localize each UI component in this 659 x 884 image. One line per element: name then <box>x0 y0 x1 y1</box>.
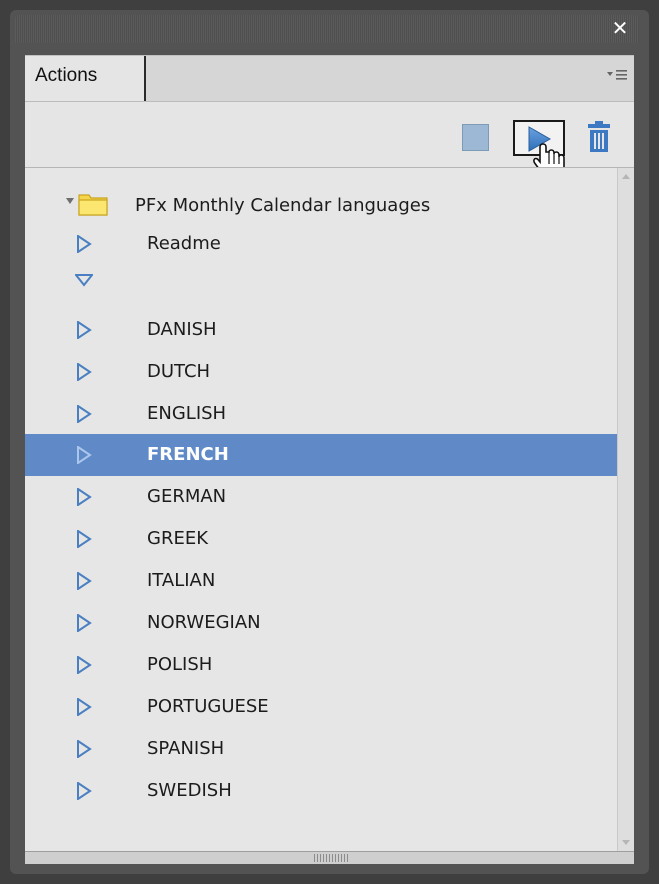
action-label: ITALIAN <box>147 570 216 591</box>
action-item-swedish[interactable]: SWEDISH <box>25 770 617 812</box>
action-item-german[interactable]: GERMAN <box>25 476 617 518</box>
action-item-polish[interactable]: POLISH <box>25 644 617 686</box>
collapsed-arrow-icon[interactable] <box>76 740 92 758</box>
vertical-scrollbar[interactable] <box>617 168 634 851</box>
collapsed-arrow-icon[interactable] <box>76 488 92 506</box>
expanded-arrow-icon[interactable] <box>75 273 93 287</box>
folder-label: PFx Monthly Calendar languages <box>135 195 431 216</box>
action-label: DANISH <box>147 319 217 340</box>
action-item-english[interactable]: ENGLISH <box>25 393 617 435</box>
action-label: PORTUGUESE <box>147 696 269 717</box>
tab-actions[interactable]: Actions <box>25 56 146 102</box>
collapsed-arrow-icon[interactable] <box>76 530 92 548</box>
collapsed-arrow-icon[interactable] <box>76 363 92 381</box>
close-icon: ✕ <box>611 16 629 40</box>
action-item-portuguese[interactable]: PORTUGUESE <box>25 686 617 728</box>
stop-button[interactable] <box>462 124 489 151</box>
collapsed-arrow-icon[interactable] <box>76 782 92 800</box>
scroll-up-arrow-icon[interactable] <box>622 174 630 179</box>
panel-resize-bar[interactable] <box>25 851 634 864</box>
action-item-italian[interactable]: ITALIAN <box>25 560 617 602</box>
action-item-danish[interactable]: DANISH <box>25 309 617 351</box>
collapsed-arrow-icon[interactable] <box>76 656 92 674</box>
trash-icon <box>588 121 610 152</box>
scroll-down-arrow-icon[interactable] <box>622 840 630 845</box>
actions-list[interactable]: PFx Monthly Calendar languages Readme DA… <box>25 167 634 851</box>
action-label: DUTCH <box>147 361 211 382</box>
play-icon <box>528 126 552 152</box>
tab-actions-label: Actions <box>35 65 98 86</box>
action-label: POLISH <box>147 654 213 675</box>
close-button[interactable]: ✕ <box>609 17 631 39</box>
resize-grip-icon[interactable] <box>314 854 348 862</box>
action-item-norwegian[interactable]: NORWEGIAN <box>25 602 617 644</box>
delete-button[interactable] <box>585 121 613 153</box>
expand-arrow-icon[interactable] <box>65 196 75 206</box>
collapsed-arrow-icon[interactable] <box>76 446 92 464</box>
folder-icon <box>78 194 108 216</box>
action-label: SPANISH <box>147 738 225 759</box>
actions-toolbar <box>25 101 634 179</box>
action-label: GREEK <box>147 528 209 549</box>
panel-title-bar[interactable]: ✕ <box>15 15 639 43</box>
collapsed-arrow-icon[interactable] <box>76 614 92 632</box>
action-label: Readme <box>147 233 221 254</box>
collapsed-arrow-icon[interactable] <box>76 405 92 423</box>
tab-bar: Actions <box>25 55 634 102</box>
action-label: FRENCH <box>147 444 229 465</box>
action-label: ENGLISH <box>147 403 227 424</box>
action-item-french[interactable]: FRENCH <box>25 434 617 476</box>
collapsed-arrow-icon[interactable] <box>76 572 92 590</box>
collapsed-arrow-icon[interactable] <box>76 235 92 253</box>
action-item-dutch[interactable]: DUTCH <box>25 351 617 393</box>
action-item-greek[interactable]: GREEK <box>25 518 617 560</box>
panel-menu-button[interactable] <box>606 68 628 84</box>
action-item-readme[interactable]: Readme <box>25 223 617 265</box>
action-label: GERMAN <box>147 486 227 507</box>
play-button[interactable] <box>513 120 565 156</box>
action-item-blank[interactable] <box>25 265 617 289</box>
action-label: NORWEGIAN <box>147 612 261 633</box>
action-item-spanish[interactable]: SPANISH <box>25 728 617 770</box>
collapsed-arrow-icon[interactable] <box>76 698 92 716</box>
action-label: SWEDISH <box>147 780 232 801</box>
collapsed-arrow-icon[interactable] <box>76 321 92 339</box>
panel-menu-icon <box>607 70 627 80</box>
